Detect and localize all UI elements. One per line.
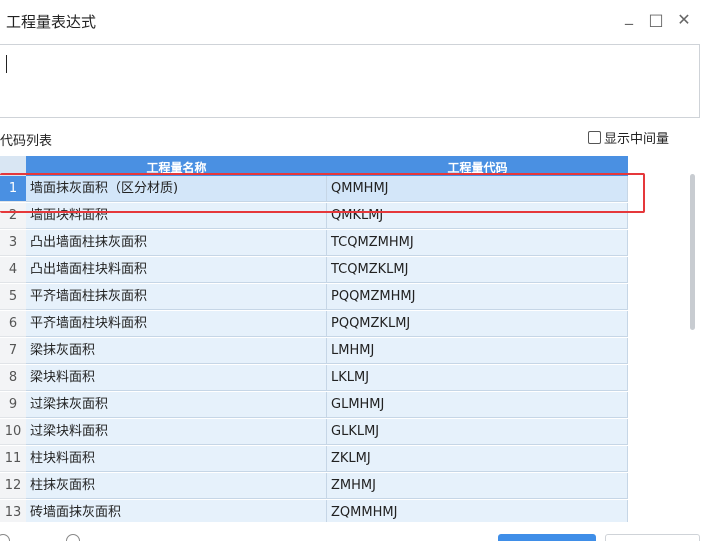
show-intermediate-label: 显示中间量 (604, 132, 670, 147)
table-row[interactable]: 13 砖墙面抹灰面积 ZQMMHMJ (0, 500, 628, 522)
dialog-footer (0, 524, 704, 541)
cell-quantity-code[interactable]: ZKLMJ (327, 446, 628, 472)
cell-quantity-name[interactable]: 凸出墙面柱块料面积 (26, 257, 327, 283)
cell-quantity-name[interactable]: 过梁抹灰面积 (26, 392, 327, 418)
scrollbar-thumb[interactable] (690, 174, 695, 330)
cell-quantity-name[interactable]: 平齐墙面柱块料面积 (26, 311, 327, 337)
cell-quantity-code[interactable]: LMHMJ (327, 338, 628, 364)
show-intermediate-toggle[interactable]: 显示中间量 (588, 128, 669, 147)
cell-quantity-name[interactable]: 梁块料面积 (26, 365, 327, 391)
title-bar: 工程量表达式 _ □ ✕ (0, 0, 704, 44)
row-number: 8 (0, 365, 26, 391)
cell-quantity-name[interactable]: 砖墙面抹灰面积 (26, 500, 327, 522)
maximize-icon[interactable]: □ (645, 10, 667, 29)
row-number: 10 (0, 419, 26, 445)
table-row[interactable]: 3 凸出墙面柱抹灰面积 TCQMZMHMJ (0, 230, 628, 256)
cell-quantity-name[interactable]: 梁抹灰面积 (26, 338, 327, 364)
cell-quantity-code[interactable]: GLKLMJ (327, 419, 628, 445)
cell-quantity-code[interactable]: ZQMMHMJ (327, 500, 628, 522)
row-number: 3 (0, 230, 26, 256)
expression-input[interactable] (0, 44, 700, 118)
minimize-icon[interactable]: _ (618, 6, 640, 25)
show-intermediate-checkbox[interactable] (588, 131, 601, 144)
row-number: 5 (0, 284, 26, 310)
close-icon[interactable]: ✕ (673, 10, 695, 29)
row-number: 4 (0, 257, 26, 283)
cell-quantity-name[interactable]: 柱块料面积 (26, 446, 327, 472)
cell-quantity-name[interactable]: 平齐墙面柱抹灰面积 (26, 284, 327, 310)
cancel-button[interactable] (605, 534, 700, 541)
cell-quantity-name[interactable]: 柱抹灰面积 (26, 473, 327, 499)
row-number: 9 (0, 392, 26, 418)
row-number: 13 (0, 500, 26, 522)
table-row[interactable]: 5 平齐墙面柱抹灰面积 PQQMZMHMJ (0, 284, 628, 310)
row-number: 7 (0, 338, 26, 364)
table-row[interactable]: 11 柱块料面积 ZKLMJ (0, 446, 628, 472)
table-row[interactable]: 4 凸出墙面柱块料面积 TCQMZKLMJ (0, 257, 628, 283)
code-list-label: 代码列表 (0, 134, 53, 149)
cell-quantity-code[interactable]: PQQMZKLMJ (327, 311, 628, 337)
cell-quantity-code[interactable]: PQQMZMHMJ (327, 284, 628, 310)
cell-quantity-code[interactable]: ZMHMJ (327, 473, 628, 499)
cell-quantity-name[interactable]: 过梁块料面积 (26, 419, 327, 445)
cell-quantity-code[interactable]: TCQMZKLMJ (327, 257, 628, 283)
cell-quantity-code[interactable]: TCQMZMHMJ (327, 230, 628, 256)
cell-quantity-code[interactable]: LKLMJ (327, 365, 628, 391)
text-caret (6, 55, 7, 73)
row-number: 12 (0, 473, 26, 499)
cell-quantity-code[interactable]: GLMHMJ (327, 392, 628, 418)
table-row[interactable]: 9 过梁抹灰面积 GLMHMJ (0, 392, 628, 418)
window-title: 工程量表达式 (6, 13, 97, 31)
table-row[interactable]: 7 梁抹灰面积 LMHMJ (0, 338, 628, 364)
cell-quantity-name[interactable]: 凸出墙面柱抹灰面积 (26, 230, 327, 256)
confirm-button[interactable] (498, 534, 596, 541)
table-row[interactable]: 6 平齐墙面柱块料面积 PQQMZKLMJ (0, 311, 628, 337)
selected-row-highlight (0, 173, 645, 213)
row-number: 11 (0, 446, 26, 472)
table-row[interactable]: 12 柱抹灰面积 ZMHMJ (0, 473, 628, 499)
table-row[interactable]: 10 过梁块料面积 GLKLMJ (0, 419, 628, 445)
radio-option-a[interactable] (0, 534, 10, 541)
row-number: 6 (0, 311, 26, 337)
table-row[interactable]: 8 梁块料面积 LKLMJ (0, 365, 628, 391)
radio-option-b[interactable] (66, 534, 80, 541)
